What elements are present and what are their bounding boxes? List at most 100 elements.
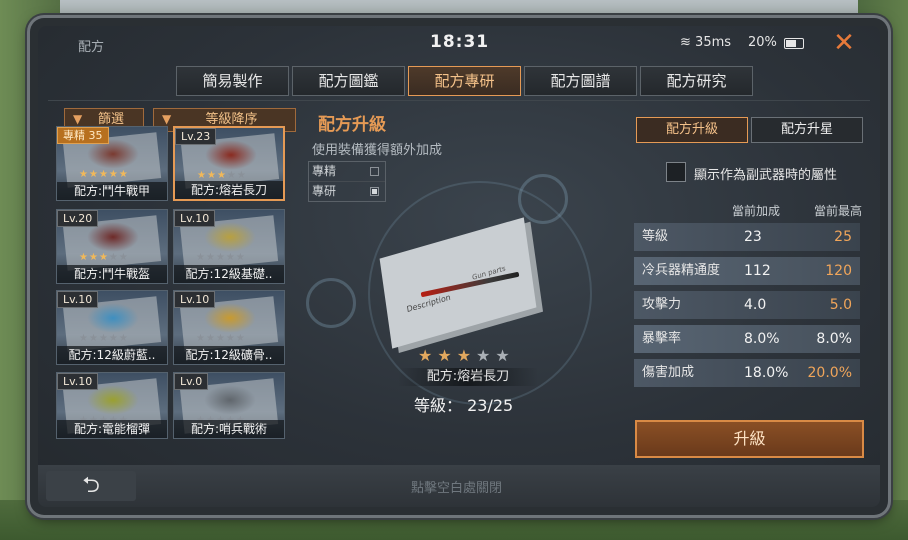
recipe-card[interactable]: Lv.10★★★★★配方:電能榴彈 [56, 372, 168, 439]
tab-recipe-catalog[interactable]: 配方圖鑑 [292, 66, 405, 96]
tab-divider [48, 100, 870, 101]
star-icon: ★ [98, 333, 109, 344]
star-icon: ★ [495, 346, 515, 365]
column-max-header: 當前最高 [814, 204, 863, 218]
recipe-item-icon [204, 385, 256, 415]
card-level-badge: Lv.10 [57, 373, 99, 390]
recipe-card[interactable]: Lv.10 ★★★★★ 配方:12級蔚藍.. [56, 290, 168, 365]
star-icon: ★ [456, 346, 477, 365]
app-title: 配方 [78, 40, 105, 55]
recipe-screen: 配方 18:31 ≋ 35ms 20% ✕ 簡易製作 配方圖鑑 配方專研 配方圖… [38, 26, 880, 507]
star-icon: ★ [235, 333, 246, 344]
card-name: 配方:鬥牛戰盔 [57, 265, 167, 283]
item-name: 配方:熔岩長刀 [398, 368, 538, 386]
card-name: 配方:12級基礎.. [174, 265, 284, 283]
bonus-option-list: 專精 專研 [308, 161, 386, 202]
gear-icon [518, 174, 568, 224]
recipe-card[interactable]: 專精 35 ★★★★★ 配方:鬥牛戰甲 [56, 126, 168, 201]
item-level: 等級： 23/25 [414, 396, 514, 415]
secondary-weapon-label: 顯示作為副武器時的屬性 [694, 168, 838, 183]
device-frame: 配方 18:31 ≋ 35ms 20% ✕ 簡易製作 配方圖鑑 配方專研 配方圖… [30, 18, 888, 515]
bottom-bar: ⮌ 點擊空白處關閉 [38, 465, 880, 507]
stat-label: 暴擊率 [642, 331, 682, 346]
card-name: 配方:12級蔚藍.. [57, 346, 167, 364]
recipe-card[interactable]: Lv.10 ★★★★★ 配方:12級礦骨.. [173, 290, 285, 365]
option-research[interactable]: 專研 [309, 182, 385, 201]
stat-label: 冷兵器精通度 [642, 263, 721, 278]
card-level-badge: Lv.20 [57, 210, 99, 227]
card-name: 配方:電能榴彈 [57, 420, 167, 438]
stat-current: 23 [744, 229, 762, 245]
star-icon: ★ [236, 170, 247, 181]
recipe-card[interactable]: Lv.0★★★★★配方:哨兵戰術 [173, 372, 285, 439]
status-bar: 配方 18:31 ≋ 35ms 20% ✕ [38, 26, 880, 62]
wifi-speed: 35ms [695, 35, 732, 50]
stat-max: 20.0% [807, 365, 852, 381]
stat-row: 等級 23 25 [634, 223, 860, 251]
recipe-card[interactable]: Lv.23 ★★★★★ 配方:熔岩長刀 [173, 126, 285, 201]
upgrade-button[interactable]: 升級 [635, 420, 864, 458]
card-star-rating: ★★★★★ [79, 252, 129, 263]
card-name: 配方:熔岩長刀 [175, 181, 283, 199]
star-icon: ★ [108, 333, 119, 344]
upgrade-title: 配方升級 [318, 115, 386, 135]
close-icon[interactable]: ✕ [831, 30, 857, 56]
tab-recipe-upgrade[interactable]: 配方升級 [636, 117, 748, 143]
star-icon: ★ [98, 169, 109, 180]
wifi-indicator: ≋ 35ms [680, 35, 731, 50]
tab-recipe-study[interactable]: 配方研究 [640, 66, 753, 96]
star-icon: ★ [108, 252, 119, 263]
stat-current: 8.0% [744, 331, 780, 347]
tab-recipe-research-focus[interactable]: 配方專研 [408, 66, 521, 96]
star-icon: ★ [196, 252, 206, 263]
card-name: 配方:12級礦骨.. [174, 346, 284, 364]
card-level-badge: Lv.23 [175, 128, 217, 145]
star-icon: ★ [88, 169, 99, 180]
star-icon: ★ [196, 333, 206, 344]
stat-max: 8.0% [816, 331, 852, 347]
stat-current: 18.0% [744, 365, 789, 381]
battery-icon [784, 38, 804, 49]
stat-current: 112 [744, 263, 771, 279]
secondary-weapon-checkbox[interactable] [666, 162, 686, 182]
stat-row: 攻擊力 4.0 5.0 [634, 291, 860, 319]
star-icon: ★ [225, 252, 236, 263]
option-checkbox[interactable] [370, 167, 379, 176]
close-hint: 點擊空白處關閉 [411, 481, 503, 496]
card-name: 配方:哨兵戰術 [174, 420, 284, 438]
tab-recipe-atlas[interactable]: 配方圖譜 [524, 66, 637, 96]
star-icon: ★ [79, 169, 89, 180]
card-star-rating: ★★★★★ [196, 252, 246, 263]
option-mastery[interactable]: 專精 [309, 162, 385, 182]
stat-row: 傷害加成 18.0% 20.0% [634, 359, 860, 387]
star-icon: ★ [226, 170, 237, 181]
battery-percent: 20% [748, 35, 777, 50]
card-level-badge: Lv.10 [57, 291, 99, 308]
tab-simple-craft[interactable]: 簡易製作 [176, 66, 289, 96]
star-icon: ★ [205, 252, 216, 263]
card-level-badge: Lv.10 [174, 291, 216, 308]
star-icon: ★ [118, 169, 129, 180]
star-icon: ★ [88, 333, 99, 344]
star-icon: ★ [205, 333, 216, 344]
tab-recipe-star-up[interactable]: 配方升星 [751, 117, 863, 143]
option-checkbox[interactable] [370, 187, 379, 196]
star-icon: ★ [108, 169, 119, 180]
back-arrow-icon[interactable]: ⮌ [46, 471, 136, 501]
recipe-card[interactable]: Lv.10 ★★★★★ 配方:12級基礎.. [173, 209, 285, 284]
star-icon: ★ [118, 252, 129, 263]
main-tabs: 簡易製作 配方圖鑑 配方專研 配方圖譜 配方研究 [176, 66, 753, 96]
card-level-badge: Lv.0 [174, 373, 209, 390]
stat-label: 攻擊力 [642, 297, 682, 312]
stat-label: 傷害加成 [642, 365, 695, 380]
star-icon: ★ [235, 252, 246, 263]
stat-max: 120 [825, 263, 852, 279]
option-label: 專精 [312, 164, 337, 178]
card-level-badge: 專精 35 [57, 127, 109, 144]
card-name: 配方:鬥牛戰甲 [57, 182, 167, 200]
star-icon: ★ [79, 252, 89, 263]
star-icon: ★ [437, 346, 457, 365]
star-icon: ★ [206, 170, 217, 181]
recipe-card[interactable]: Lv.20 ★★★★★ 配方:鬥牛戰盔 [56, 209, 168, 284]
stat-label: 等級 [642, 229, 669, 244]
